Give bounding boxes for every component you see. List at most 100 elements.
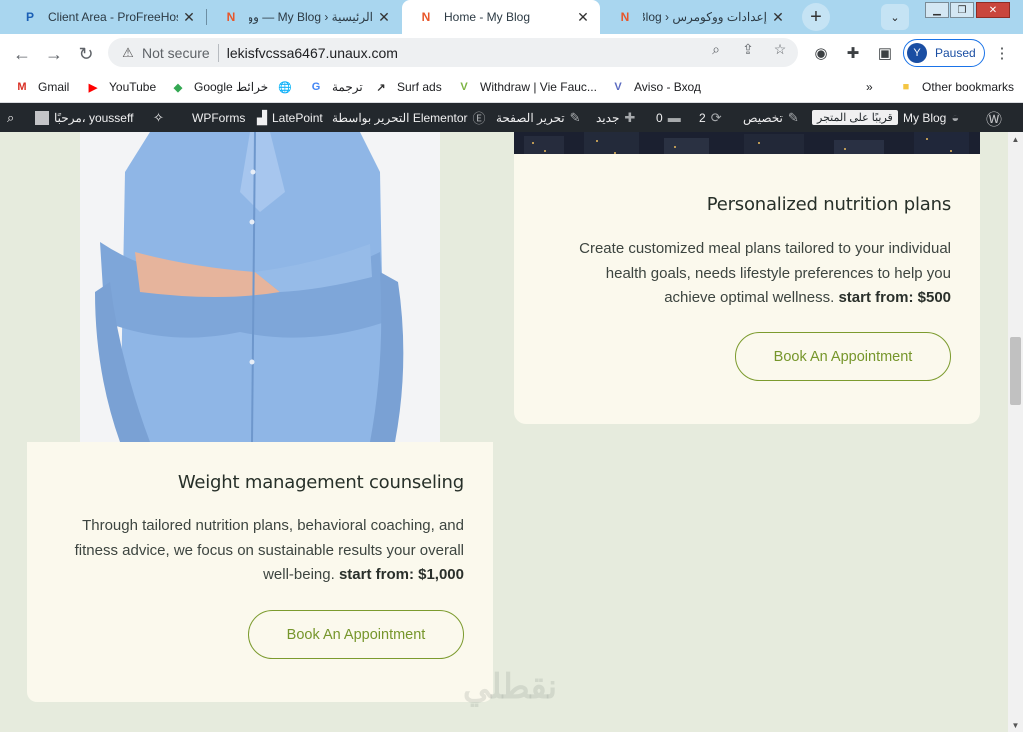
greeting-label: مرحبًا، yousseff (54, 110, 134, 125)
bookmark-label: Other bookmarks (922, 80, 1015, 94)
edit-page-label: تحرير الصفحة (496, 110, 565, 125)
blog-favicon-icon: N (226, 10, 236, 24)
bookmark-label: YouTube (109, 80, 157, 94)
comment-icon: ▬ (667, 110, 681, 125)
button-label: Book An Appointment (773, 348, 913, 365)
site-name-menu[interactable]: My Blog ◒ (903, 103, 964, 132)
updates-count: 2 (699, 110, 706, 125)
arrow-left-icon: ← (13, 43, 31, 64)
tab-client-area[interactable]: P Client Area - ProFreeHost ✕ (6, 0, 206, 34)
wpforms-label: WPForms (192, 110, 246, 125)
new-content-menu[interactable]: جديد ✚ (596, 103, 640, 132)
search-icon: ⌕ (7, 109, 15, 125)
close-tab-icon[interactable]: ✕ (373, 9, 395, 26)
updates-link[interactable]: 2 ⟳ (699, 103, 727, 132)
warning-icon: ⚠ (122, 44, 134, 60)
restore-button[interactable]: ❐ (950, 2, 974, 18)
close-tab-icon[interactable]: ✕ (178, 9, 200, 26)
address-bar[interactable]: ⚠ Not secure lekisfvcssa6467.unaux.com (108, 38, 798, 67)
dashboard-icon: ◒ (951, 110, 960, 125)
sparkle-icon: ✧ (153, 109, 164, 125)
bookmark-youtube[interactable]: ▶ YouTube (85, 78, 156, 96)
side-panel-icon[interactable]: ▣ (875, 43, 895, 63)
page-scrollbar[interactable]: ▲ ▼ (1008, 132, 1023, 732)
close-tab-icon[interactable]: ✕ (572, 9, 594, 26)
my-account-menu[interactable]: مرحبًا، yousseff (30, 103, 133, 132)
search-button[interactable]: ⌕ (2, 103, 19, 132)
browser-toolbar: ← → ↻ ⚠ Not secure lekisfvcssa6467.unaux… (0, 34, 1023, 72)
comments-link[interactable]: 0 ▬ (656, 103, 686, 132)
ai-sparkle-button[interactable]: ✧ (148, 103, 169, 132)
updates-icon: ⟳ (710, 109, 722, 125)
tab-wp-dashboard[interactable]: N الرئيسية ‹ My Blog — وورد ✕ (207, 0, 401, 34)
bookmarks-bar: M Gmail ▶ YouTube ◆ Google خرائط 🌐 G ترج… (0, 72, 1023, 103)
close-tab-icon[interactable]: ✕ (767, 9, 789, 26)
visit-store-link[interactable]: قريبًا على المتجر (812, 103, 898, 132)
blog-favicon-icon: N (620, 10, 630, 24)
bookmark-gmail[interactable]: M Gmail (14, 78, 69, 96)
close-icon: ✕ (988, 4, 998, 16)
store-badge: قريبًا على المتجر (812, 110, 898, 125)
book-appointment-button[interactable]: Book An Appointment (735, 332, 951, 381)
latepoint-menu[interactable]: ▟ LatePoint (252, 103, 323, 132)
service-photo-man (80, 132, 440, 442)
menu-kebab-icon[interactable]: ⋮ (992, 43, 1012, 63)
service-title: Personalized nutrition plans (706, 194, 952, 215)
bookmark-star-icon[interactable]: ☆ (771, 40, 789, 58)
gmail-icon: M (17, 81, 27, 93)
customize-link[interactable]: تخصيص ✎ (743, 103, 804, 132)
url-text[interactable]: lekisfvcssa6467.unaux.com (227, 45, 398, 61)
bookmarks-overflow-button[interactable]: » (866, 78, 873, 96)
edit-with-elementor-link[interactable]: التحرير بواسطة Elementor Ⓔ (332, 103, 491, 132)
extension-planet-icon[interactable]: ◉ (811, 43, 831, 63)
bookmark-translate[interactable]: G ترجمة (308, 78, 363, 96)
vie-icon: V (460, 81, 468, 93)
new-tab-button[interactable]: + (802, 3, 830, 31)
zoom-icon[interactable]: ⌕ (707, 40, 725, 58)
edit-page-link[interactable]: تحرير الصفحة ✎ (496, 103, 586, 132)
bookmark-label: ترجمة (332, 80, 363, 94)
service-description: Create customized meal plans tailored to… (551, 237, 951, 311)
bookmark-globe[interactable]: 🌐 (277, 78, 301, 96)
bookmark-surf-ads[interactable]: ↗ Surf ads (373, 78, 441, 96)
tab-woocommerce-settings[interactable]: N إعدادات ووكومرس ‹ My Blog ✕ (601, 0, 795, 34)
scroll-up-arrow-icon[interactable]: ▲ (1008, 132, 1023, 146)
forward-button[interactable]: → (42, 42, 66, 66)
tab-title: Home - My Blog (444, 10, 531, 24)
bookmark-vie-faucet[interactable]: V Withdraw | Vie Fauc... (456, 78, 597, 96)
tab-search-button[interactable]: ⌄ (881, 4, 909, 30)
restore-icon: ❐ (957, 4, 967, 16)
back-button[interactable]: ← (10, 42, 34, 66)
profile-button[interactable]: Y Paused (903, 39, 985, 67)
wpforms-menu[interactable]: WPForms (192, 103, 245, 132)
service-card-nutrition-plans: Personalized nutrition plans Create cust… (514, 154, 980, 424)
bookmark-aviso[interactable]: V Aviso - Вход (610, 78, 701, 96)
maps-icon: ◆ (173, 81, 183, 94)
translate-icon: G (311, 81, 321, 93)
folder-icon: ■ (902, 81, 910, 93)
security-label[interactable]: Not secure (142, 45, 210, 61)
close-window-button[interactable]: ✕ (976, 2, 1010, 18)
scrollbar-thumb[interactable] (1010, 337, 1021, 405)
bookmark-label: Google خرائط (194, 80, 269, 94)
elementor-label: التحرير بواسطة Elementor (332, 110, 468, 125)
extensions-puzzle-icon[interactable]: ✚ (843, 43, 863, 63)
minimize-button[interactable]: ▁ (925, 2, 949, 18)
avatar: Y (907, 43, 927, 63)
service-card-weight-management: Weight management counseling Through tai… (27, 442, 493, 702)
chevron-down-icon: ⌄ (890, 11, 900, 24)
wp-admin-bar: Ⓦ My Blog ◒ قريبًا على المتجر تخصيص ✎ 2 … (0, 103, 1023, 132)
reload-button[interactable]: ↻ (74, 42, 98, 66)
share-icon[interactable]: ⇪ (739, 40, 757, 58)
wordpress-logo-button[interactable]: Ⓦ (981, 103, 1007, 132)
bookmark-label: Gmail (38, 80, 70, 94)
bookmark-google-maps[interactable]: ◆ Google خرائط (170, 78, 268, 96)
scroll-down-arrow-icon[interactable]: ▼ (1008, 718, 1023, 732)
aviso-icon: V (614, 81, 622, 93)
page-content: Personalized nutrition plans Create cust… (0, 132, 1008, 732)
service-price: start from: $500 (838, 289, 951, 306)
other-bookmarks-folder[interactable]: ■ Other bookmarks (898, 78, 1014, 96)
book-appointment-button[interactable]: Book An Appointment (248, 610, 464, 659)
profreehost-icon: P (25, 10, 34, 24)
tab-home-my-blog[interactable]: N Home - My Blog ✕ (402, 0, 600, 34)
